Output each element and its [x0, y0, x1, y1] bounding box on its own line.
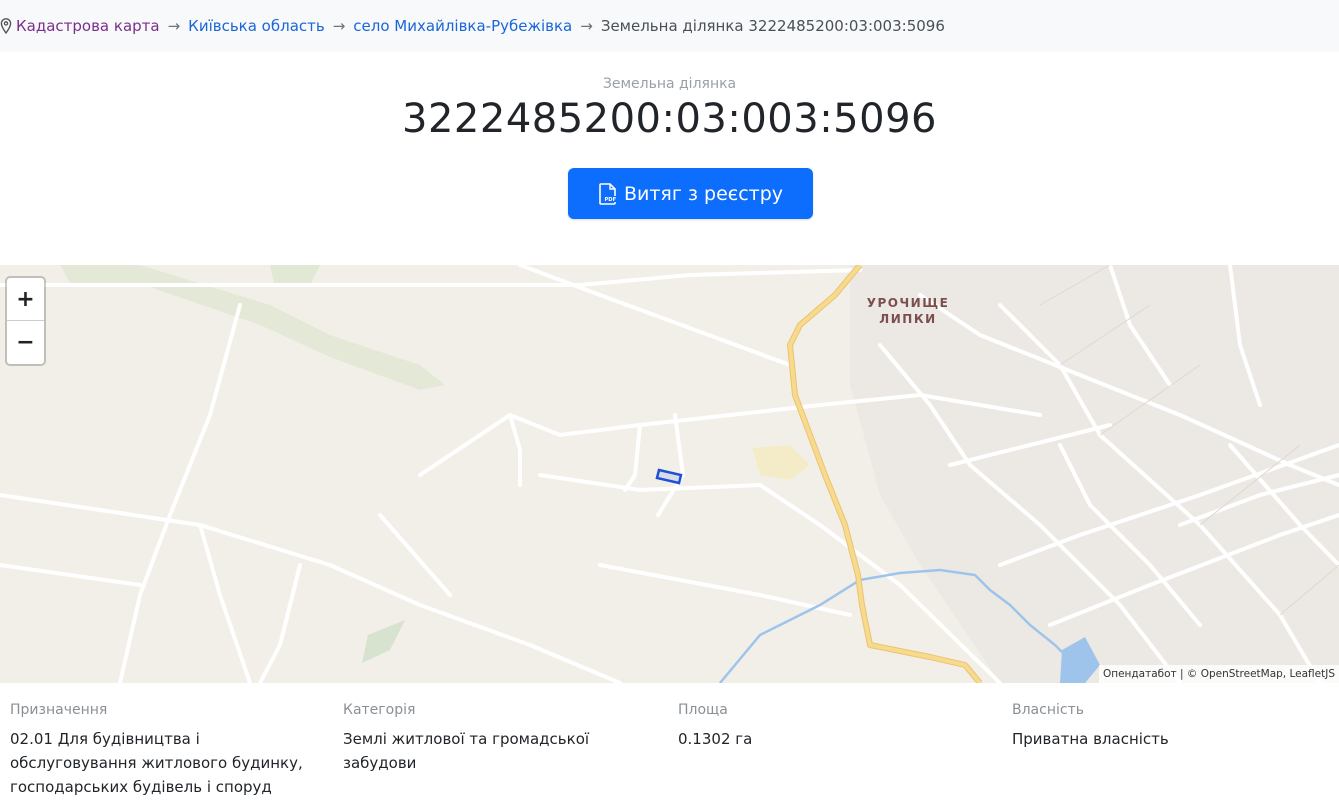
parcel-type-label: Земельна ділянка	[602, 76, 737, 92]
breadcrumb-separator: →	[167, 17, 181, 35]
breadcrumb-link-village[interactable]: село Михайлівка-Рубежівка	[353, 17, 572, 35]
info-category: Категорія Землі житлової та громадської …	[343, 702, 663, 775]
info-value: 0.1302 га	[678, 730, 753, 748]
zoom-out-button[interactable]: −	[7, 321, 44, 364]
info-area: Площа 0.1302 га	[678, 702, 998, 751]
info-label: Призначення	[10, 702, 108, 718]
breadcrumb-current: Земельна ділянка 3222485200:03:003:5096	[600, 17, 945, 35]
info-purpose: Призначення 02.01 Для будівництва і обсл…	[10, 702, 330, 800]
breadcrumb: Кадастрова карта → Київська область → се…	[0, 0, 1339, 52]
zoom-control: + −	[5, 276, 46, 366]
info-label: Площа	[678, 702, 728, 718]
cadastral-number: 3222485200:03:003:5096	[402, 96, 937, 142]
info-ownership: Власність Приватна власність	[1012, 702, 1332, 751]
info-value: 02.01 Для будівництва і обслуговування ж…	[10, 730, 303, 796]
parcel-info: Призначення 02.01 Для будівництва і обсл…	[0, 683, 1339, 800]
place-label-line-1: УРОЧИЩЕ	[866, 296, 950, 310]
pdf-file-icon: PDF	[599, 182, 617, 205]
breadcrumb-link-region[interactable]: Київська область	[188, 17, 325, 35]
place-label-line-2: ЛИПКИ	[879, 312, 937, 326]
breadcrumb-separator: →	[332, 17, 346, 35]
map-pin-icon	[0, 18, 12, 34]
map-tiles[interactable]	[0, 265, 1339, 683]
info-label: Категорія	[343, 702, 416, 718]
breadcrumb-link-cadastral-map[interactable]: Кадастрова карта	[16, 17, 160, 35]
parcel-header: Земельна ділянка 3222485200:03:003:5096 …	[0, 52, 1339, 262]
parcel-outline	[655, 468, 683, 485]
info-value: Приватна власність	[1012, 730, 1169, 748]
map-place-label: УРОЧИЩЕ ЛИПКИ	[858, 295, 958, 327]
zoom-in-button[interactable]: +	[7, 278, 44, 321]
registry-extract-label: Витяг з реєстру	[623, 182, 784, 205]
svg-text:PDF: PDF	[604, 197, 616, 203]
map-attribution[interactable]: Опендатабот | © OpenStreetMap, LeafletJS	[1098, 665, 1339, 683]
cadastral-map[interactable]: + − УРОЧИЩЕ ЛИПКИ Опендатабот | © OpenSt…	[0, 265, 1339, 683]
breadcrumb-separator: →	[580, 17, 593, 35]
info-value: Землі житлової та громадської забудови	[343, 730, 590, 772]
info-label: Власність	[1012, 702, 1084, 718]
registry-extract-button[interactable]: PDF Витяг з реєстру	[568, 168, 813, 219]
